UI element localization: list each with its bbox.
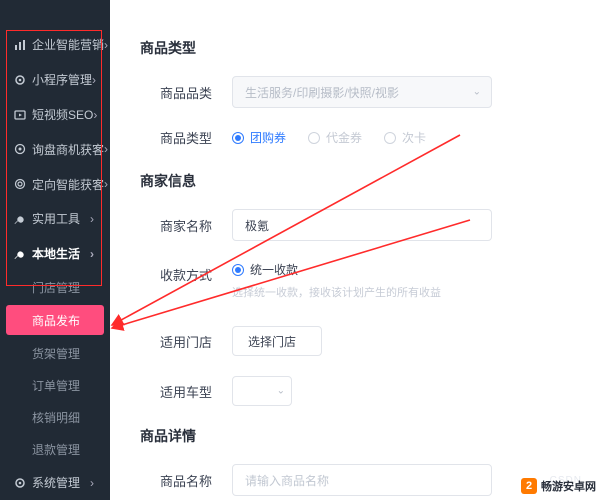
sub-item-refund[interactable]: 退款管理 xyxy=(0,433,110,465)
gear-icon xyxy=(14,74,26,86)
field-category: 商品品类 生活服务/印刷摄影/快照/视影 ⌄ xyxy=(140,76,582,108)
sub-label: 核销明细 xyxy=(32,409,80,426)
nav-item-marketing[interactable]: 企业智能营销 › xyxy=(0,27,110,62)
radio-label: 次卡 xyxy=(402,129,426,146)
chevron-right-icon: › xyxy=(93,108,100,122)
product-name-input[interactable]: 请输入商品名称 xyxy=(232,464,492,496)
nav-label: 系统管理 xyxy=(32,474,90,491)
sub-menu: 门店管理 商品发布 货架管理 订单管理 核销明细 退款管理 xyxy=(0,271,110,465)
field-label: 商品类型 xyxy=(140,128,212,147)
button-label: 选择门店 xyxy=(248,333,296,350)
sidebar: 企业智能营销 › 小程序管理 › 短视频SEO › 询盘商机获客 › 定向智能获… xyxy=(0,0,110,500)
nav-label: 短视频SEO xyxy=(32,106,93,123)
field-payment: 收款方式 统一收款 选择统一收款，接收该计划产生的所有收益 xyxy=(140,261,582,300)
sub-item-store[interactable]: 门店管理 xyxy=(0,271,110,303)
watermark-badge: 2 xyxy=(521,478,537,494)
input-value: 极氪 xyxy=(245,217,269,234)
nav-label: 企业智能营销 xyxy=(32,36,104,53)
sub-label: 订单管理 xyxy=(32,377,80,394)
field-label: 适用门店 xyxy=(140,332,212,351)
sub-label: 退款管理 xyxy=(32,441,80,458)
chevron-right-icon: › xyxy=(90,476,100,490)
nav-item-miniprogram[interactable]: 小程序管理 › xyxy=(0,62,110,97)
input-placeholder: 请输入商品名称 xyxy=(245,472,329,489)
nav-item-inquiry[interactable]: 询盘商机获客 › xyxy=(0,132,110,167)
car-select[interactable]: ⌄ xyxy=(232,376,292,406)
field-label: 适用车型 xyxy=(140,382,212,401)
field-label: 商品品类 xyxy=(140,83,212,102)
store-select-button[interactable]: 选择门店 xyxy=(232,326,322,356)
chevron-right-icon: › xyxy=(90,247,100,261)
section-title-merchant: 商家信息 xyxy=(140,171,582,191)
video-icon xyxy=(14,109,26,121)
radio-dot-icon xyxy=(384,132,396,144)
wrench-bold-icon xyxy=(14,248,26,260)
radio-dot-icon xyxy=(308,132,320,144)
category-select[interactable]: 生活服务/印刷摄影/快照/视影 ⌄ xyxy=(232,76,492,108)
radio-dot-icon xyxy=(232,264,244,276)
radio-dot-icon xyxy=(232,132,244,144)
nav-label: 定向智能获客 xyxy=(32,176,104,193)
field-label: 商家名称 xyxy=(140,216,212,235)
circle-dot-icon xyxy=(14,143,26,155)
sub-item-shelf[interactable]: 货架管理 xyxy=(0,337,110,369)
field-merchant-name: 商家名称 极氪 xyxy=(140,209,582,241)
chevron-right-icon: › xyxy=(90,212,100,226)
watermark-text: 畅游安卓网 xyxy=(541,478,596,494)
merchant-name-input[interactable]: 极氪 xyxy=(232,209,492,241)
gear-icon xyxy=(14,477,26,489)
chevron-right-icon: › xyxy=(104,38,108,52)
sub-item-product-publish[interactable]: 商品发布 xyxy=(6,305,104,335)
chevron-right-icon: › xyxy=(92,73,100,87)
nav-item-system[interactable]: 系统管理 › xyxy=(0,465,110,500)
radio-label: 代金券 xyxy=(326,129,362,146)
radio-unified-payment[interactable]: 统一收款 xyxy=(232,261,298,278)
chevron-right-icon: › xyxy=(104,177,108,191)
radio-label: 统一收款 xyxy=(250,261,298,278)
chevron-down-icon: ⌄ xyxy=(277,386,285,397)
main-content: 商品类型 商品品类 生活服务/印刷摄影/快照/视影 ⌄ 商品类型 团购券 代金券… xyxy=(110,0,602,500)
nav-item-seo[interactable]: 短视频SEO › xyxy=(0,97,110,132)
radio-voucher[interactable]: 代金券 xyxy=(308,129,362,146)
payment-hint: 选择统一收款，接收该计划产生的所有收益 xyxy=(232,284,441,300)
nav-item-tools[interactable]: 实用工具 › xyxy=(0,202,110,237)
radio-groupbuy[interactable]: 团购券 xyxy=(232,129,286,146)
nav-label: 询盘商机获客 xyxy=(32,141,104,158)
nav-label: 小程序管理 xyxy=(32,71,92,88)
chevron-down-icon: ⌄ xyxy=(473,87,481,98)
sub-item-order[interactable]: 订单管理 xyxy=(0,369,110,401)
radio-label: 团购券 xyxy=(250,129,286,146)
select-placeholder: 生活服务/印刷摄影/快照/视影 xyxy=(245,84,399,101)
field-store: 适用门店 选择门店 xyxy=(140,326,582,356)
section-title-product-type: 商品类型 xyxy=(140,38,582,58)
field-product-type: 商品类型 团购券 代金券 次卡 xyxy=(140,128,582,147)
chevron-right-icon: › xyxy=(104,142,108,156)
site-watermark: 2 畅游安卓网 xyxy=(521,478,596,494)
sub-label: 门店管理 xyxy=(32,279,80,296)
nav-label: 实用工具 xyxy=(32,210,90,227)
sub-label: 货架管理 xyxy=(32,345,80,362)
field-car: 适用车型 ⌄ xyxy=(140,376,582,406)
nav-item-local-life[interactable]: 本地生活 › xyxy=(0,236,110,271)
bar-chart-icon xyxy=(14,39,26,51)
target-icon xyxy=(14,178,26,190)
radio-card[interactable]: 次卡 xyxy=(384,129,426,146)
sub-item-verify[interactable]: 核销明细 xyxy=(0,401,110,433)
wrench-icon xyxy=(14,213,26,225)
section-title-detail: 商品详情 xyxy=(140,426,582,446)
field-product-name: 商品名称 请输入商品名称 CSDN xyxy=(140,464,582,496)
field-label: 商品名称 xyxy=(140,471,212,490)
nav-label: 本地生活 xyxy=(32,245,90,262)
sub-label: 商品发布 xyxy=(32,312,80,329)
nav-item-target[interactable]: 定向智能获客 › xyxy=(0,167,110,202)
field-label: 收款方式 xyxy=(140,265,212,284)
